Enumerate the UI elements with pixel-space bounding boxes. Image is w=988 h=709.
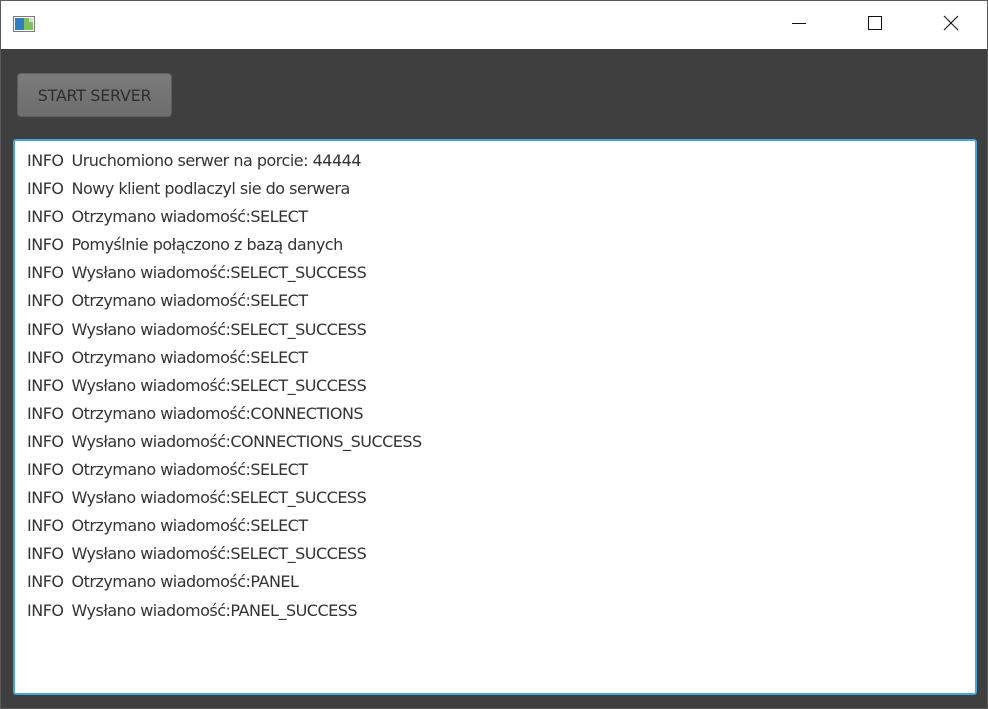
main-content: START SERVER INFO Uruchomiono serwer na p… xyxy=(1,49,987,708)
log-message: Otrzymano wiadomość:SELECT xyxy=(71,460,308,480)
log-line: INFO Otrzymano wiadomość:SELECT xyxy=(27,512,963,540)
log-line: INFO Otrzymano wiadomość:PANEL xyxy=(27,568,963,596)
log-message: Nowy klient podlaczyl sie do serwera xyxy=(71,179,350,199)
log-message: Otrzymano wiadomość:SELECT xyxy=(71,291,308,311)
log-message: Wysłano wiadomość:CONNECTIONS_SUCCESS xyxy=(71,431,422,451)
log-line: INFO Wysłano wiadomość:SELECT_SUCCESS xyxy=(27,372,963,400)
log-line: INFO Wysłano wiadomość:SELECT_SUCCESS xyxy=(27,484,963,512)
log-line: INFO Uruchomiono serwer na porcie: 44444 xyxy=(27,147,963,175)
log-line: INFO Pomyślnie połączono z bazą danych xyxy=(27,231,963,259)
log-message: Otrzymano wiadomość:SELECT xyxy=(71,516,308,536)
maximize-icon xyxy=(867,15,883,35)
log-level: INFO xyxy=(27,263,64,283)
title-bar[interactable] xyxy=(1,1,987,49)
log-level: INFO xyxy=(27,207,64,227)
log-line: INFO Wysłano wiadomość:SELECT_SUCCESS xyxy=(27,316,963,344)
log-level: INFO xyxy=(27,403,64,423)
log-level: INFO xyxy=(27,151,64,170)
log-message: Wysłano wiadomość:PANEL_SUCCESS xyxy=(71,600,358,620)
log-message: Wysłano wiadomość:SELECT_SUCCESS xyxy=(71,488,367,508)
log-level: INFO xyxy=(27,516,64,536)
log-message: Wysłano wiadomość:SELECT_SUCCESS xyxy=(71,375,367,395)
log-line: INFO Otrzymano wiadomość:SELECT xyxy=(27,456,963,484)
log-line: INFO Wysłano wiadomość:SELECT_SUCCESS xyxy=(27,540,963,568)
log-message: Pomyślnie połączono z bazą danych xyxy=(71,235,343,255)
log-level: INFO xyxy=(27,460,64,480)
close-button[interactable] xyxy=(913,1,988,49)
log-message: Wysłano wiadomość:SELECT_SUCCESS xyxy=(71,544,367,564)
log-level: INFO xyxy=(27,572,64,592)
minimize-button[interactable] xyxy=(761,1,837,49)
log-level: INFO xyxy=(27,179,64,199)
log-level: INFO xyxy=(27,488,64,508)
log-message: Uruchomiono serwer na porcie: 44444 xyxy=(71,151,361,170)
log-level: INFO xyxy=(27,431,64,451)
log-message: Otrzymano wiadomość:CONNECTIONS xyxy=(71,403,364,423)
log-message: Otrzymano wiadomość:PANEL xyxy=(71,572,299,592)
log-message: Otrzymano wiadomość:SELECT xyxy=(71,207,308,227)
log-line: INFO Otrzymano wiadomość:SELECT xyxy=(27,203,963,231)
log-line: INFO Otrzymano wiadomość:SELECT xyxy=(27,344,963,372)
log-level: INFO xyxy=(27,600,64,620)
close-icon xyxy=(943,15,959,35)
log-level: INFO xyxy=(27,347,64,367)
log-level: INFO xyxy=(27,375,64,395)
log-text-area[interactable]: INFO Uruchomiono serwer na porcie: 44444 I… xyxy=(13,139,977,695)
app-window-icon xyxy=(13,16,35,32)
log-message: Wysłano wiadomość:SELECT_SUCCESS xyxy=(71,319,367,339)
log-line: INFO Wysłano wiadomość:SELECT_SUCCESS xyxy=(27,259,963,287)
start-server-button[interactable]: START SERVER xyxy=(17,73,172,117)
app-window: START SERVER INFO Uruchomiono serwer na p… xyxy=(0,0,988,709)
log-line: INFO Otrzymano wiadomość:CONNECTIONS xyxy=(27,400,963,428)
maximize-button[interactable] xyxy=(837,1,913,49)
log-level: INFO xyxy=(27,544,64,564)
log-line: INFO Wysłano wiadomość:CONNECTIONS_SUCCES… xyxy=(27,428,963,456)
minimize-icon xyxy=(791,15,807,35)
log-message: Wysłano wiadomość:SELECT_SUCCESS xyxy=(71,263,367,283)
log-line: INFO Nowy klient podlaczyl sie do serwera xyxy=(27,175,963,203)
log-level: INFO xyxy=(27,319,64,339)
log-level: INFO xyxy=(27,291,64,311)
log-line: INFO Otrzymano wiadomość:SELECT xyxy=(27,287,963,315)
log-line: INFO Wysłano wiadomość:PANEL_SUCCESS xyxy=(27,597,963,625)
log-level: INFO xyxy=(27,235,64,255)
log-message: Otrzymano wiadomość:SELECT xyxy=(71,347,308,367)
